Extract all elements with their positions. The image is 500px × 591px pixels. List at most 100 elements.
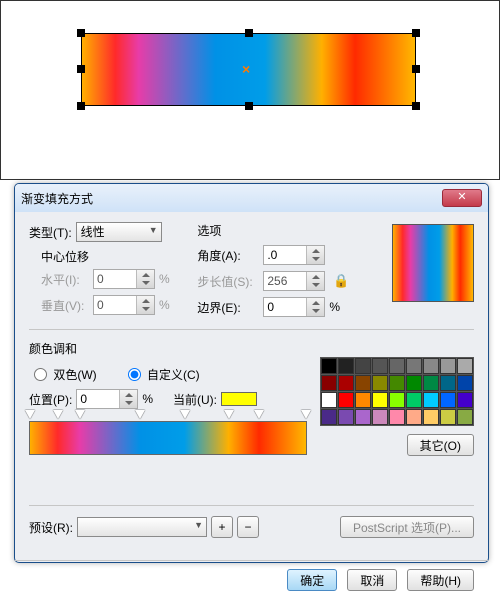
palette-swatch[interactable] [389,358,405,374]
selection-handle[interactable] [245,29,253,37]
position-label: 位置(P): [29,391,72,408]
palette-swatch[interactable] [321,358,337,374]
cancel-button[interactable]: 取消 [347,569,397,591]
palette-swatch[interactable] [389,375,405,391]
palette-swatch[interactable] [338,358,354,374]
percent-label: % [329,300,340,314]
dialog-footer: 确定 取消 帮助(H) [15,560,488,591]
add-preset-button[interactable]: + [211,516,233,538]
palette-swatch[interactable] [423,358,439,374]
spinner[interactable] [119,390,137,408]
palette-swatch[interactable] [338,375,354,391]
options-heading: 选项 [197,222,362,239]
edge-input[interactable] [264,298,306,316]
gradient-stop[interactable] [224,410,234,419]
palette-swatch[interactable] [355,375,371,391]
remove-preset-button[interactable]: − [237,516,259,538]
palette-swatch[interactable] [440,392,456,408]
divider [29,329,474,330]
selection-handle[interactable] [412,65,420,73]
angle-label: 角度(A): [197,247,259,264]
selection-handle[interactable] [412,29,420,37]
palette-swatch[interactable] [423,409,439,425]
selected-gradient-object[interactable]: × [81,33,416,106]
preset-select[interactable] [77,517,207,537]
palette-swatch[interactable] [440,375,456,391]
palette-swatch[interactable] [372,375,388,391]
palette-swatch[interactable] [423,392,439,408]
horizontal-label: 水平(I): [41,271,89,288]
gradient-stop[interactable] [254,410,264,419]
gradient-stop[interactable] [53,410,63,419]
selection-handle[interactable] [245,102,253,110]
current-color-swatch[interactable] [221,392,257,406]
gradient-preview-wrap [392,224,474,302]
current-label: 当前(U): [173,391,217,408]
palette-swatch[interactable] [355,358,371,374]
palette-swatch[interactable] [457,409,473,425]
close-button[interactable]: ✕ [442,189,482,207]
palette-swatch[interactable] [406,375,422,391]
center-offset-heading: 中心位移 [41,248,194,265]
gradient-stop[interactable] [25,410,35,419]
palette-swatch[interactable] [321,375,337,391]
gradient-stop[interactable] [75,410,85,419]
edge-label: 边界(E): [197,299,259,316]
palette-swatch[interactable] [457,375,473,391]
type-select[interactable]: 线性 [76,222,162,242]
gradient-stop[interactable] [135,410,145,419]
step-input [264,272,306,290]
position-input[interactable] [77,390,119,408]
palette-swatch[interactable] [457,358,473,374]
palette-swatch[interactable] [389,409,405,425]
dialog-title: 渐变填充方式 [21,190,442,207]
palette-swatch[interactable] [321,392,337,408]
vertical-input [94,296,136,314]
palette-swatch[interactable] [355,409,371,425]
type-label: 类型(T): [29,224,72,241]
selection-handle[interactable] [412,102,420,110]
postscript-options-button[interactable]: PostScript 选项(P)... [340,516,474,538]
palette-swatch[interactable] [440,409,456,425]
angle-input[interactable] [264,246,306,264]
help-button[interactable]: 帮助(H) [407,569,474,591]
lock-icon[interactable]: 🔒 [333,273,349,289]
palette-swatch[interactable] [372,409,388,425]
vertical-label: 垂直(V): [41,297,89,314]
gradient-preview [392,224,474,302]
two-color-radio[interactable]: 双色(W) [29,363,97,383]
selection-handle[interactable] [77,65,85,73]
palette-swatch[interactable] [372,358,388,374]
palette-swatch[interactable] [406,409,422,425]
spinner [136,270,154,288]
custom-radio[interactable]: 自定义(C) [123,363,200,383]
ok-button[interactable]: 确定 [287,569,337,591]
palette-swatch[interactable] [406,358,422,374]
gradient-editor[interactable] [29,421,307,455]
color-palette: 其它(O) [320,357,474,456]
palette-swatch[interactable] [406,392,422,408]
gradient-fill-dialog: 渐变填充方式 ✕ 类型(T): 线性 中心位移 水平(I): % 垂直(V): … [14,183,489,563]
palette-swatch[interactable] [457,392,473,408]
palette-swatch[interactable] [338,392,354,408]
palette-swatch[interactable] [372,392,388,408]
selection-handle[interactable] [77,102,85,110]
center-marker[interactable]: × [242,61,250,77]
palette-swatch[interactable] [355,392,371,408]
palette-swatch[interactable] [423,375,439,391]
spinner [136,296,154,314]
title-bar[interactable]: 渐变填充方式 ✕ [15,184,488,212]
selection-handle[interactable] [77,29,85,37]
blend-heading: 颜色调和 [29,340,474,357]
other-colors-button[interactable]: 其它(O) [407,434,474,456]
palette-swatch[interactable] [440,358,456,374]
palette-swatch[interactable] [389,392,405,408]
palette-swatch[interactable] [338,409,354,425]
spinner[interactable] [306,298,324,316]
gradient-stop[interactable] [301,410,311,419]
spinner[interactable] [306,246,324,264]
gradient-stop[interactable] [180,410,190,419]
horizontal-input [94,270,136,288]
palette-swatch[interactable] [321,409,337,425]
percent-label: % [159,298,170,312]
